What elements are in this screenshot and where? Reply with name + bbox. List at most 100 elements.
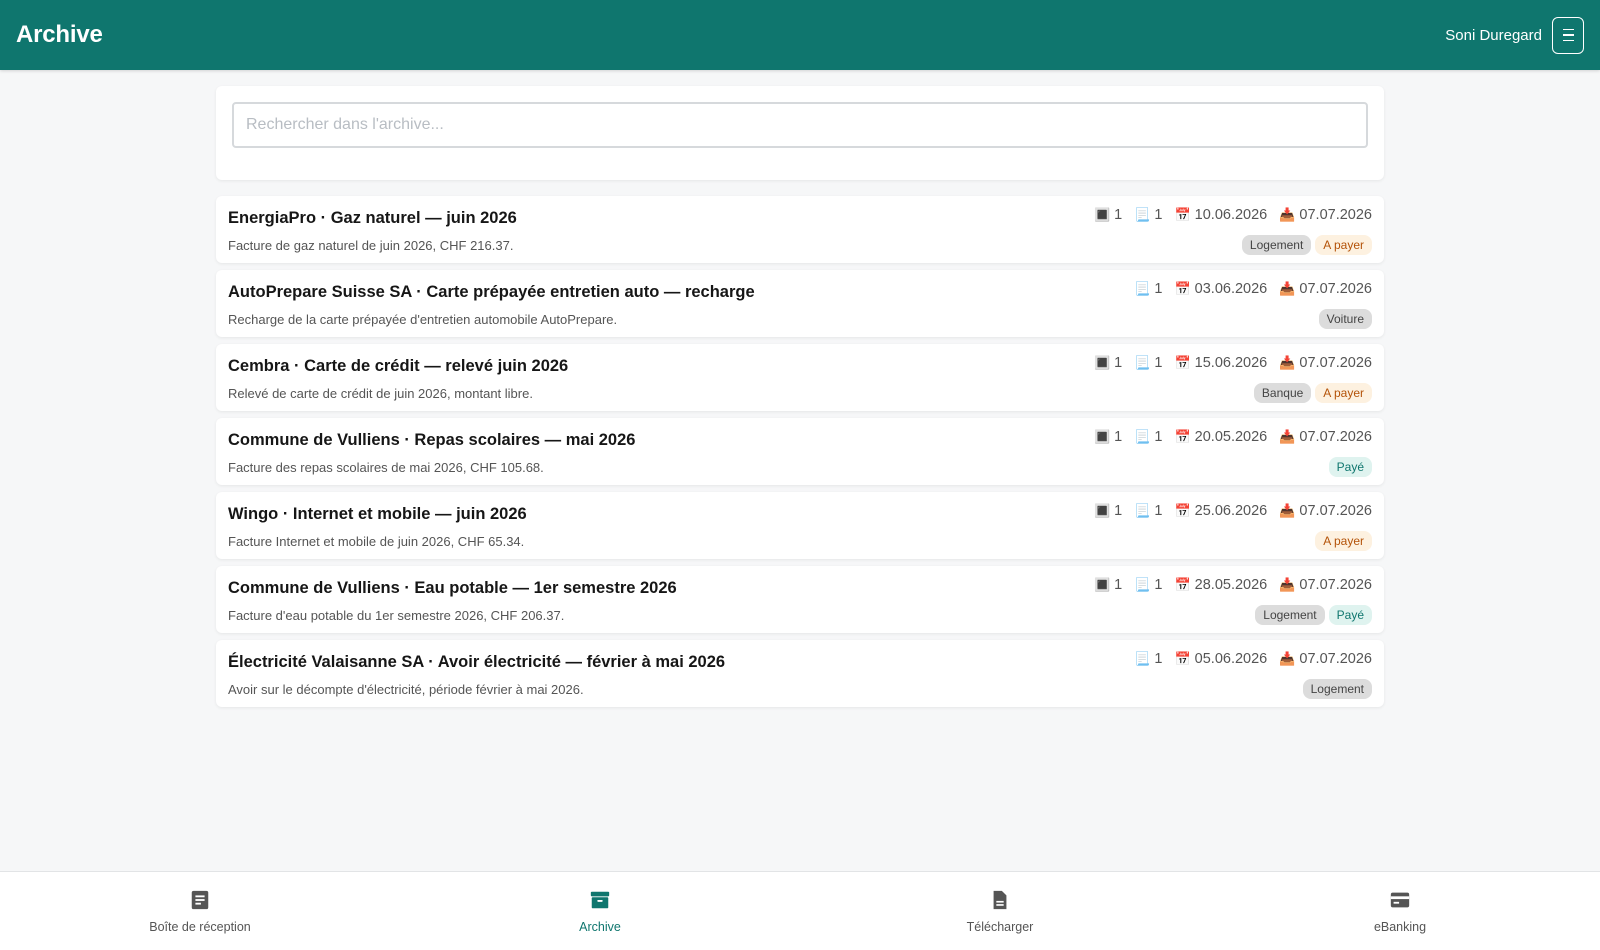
item-title: Commune de Vulliens · Repas scolaires — … xyxy=(228,431,636,449)
nav-item-label: Télécharger xyxy=(966,919,1034,934)
menu-button[interactable] xyxy=(1552,16,1584,54)
hamburger-icon-line xyxy=(1562,39,1574,42)
item-title: AutoPrepare Suisse SA · Carte prépayée e… xyxy=(228,283,755,301)
meta-docs: 📃 1 xyxy=(1134,651,1162,667)
bottom-nav: Boîte de réception Archive Télécharger eBan… xyxy=(0,871,1600,950)
meta-qr: 🔳 1 xyxy=(1094,503,1122,519)
meta-date-value: 25.06.2026 xyxy=(1194,503,1268,519)
nav-item-file[interactable]: Télécharger xyxy=(900,889,1100,934)
search-input[interactable] xyxy=(232,102,1368,148)
list-item[interactable]: EnergiaPro · Gaz naturel — juin 2026 Fact… xyxy=(216,196,1384,263)
meta-date-value: 10.06.2026 xyxy=(1194,207,1268,223)
item-meta: 🔳 1 📃 1 📅 10.06.2026 📥 07.07.2026 xyxy=(1094,207,1372,223)
item-title: EnergiaPro · Gaz naturel — juin 2026 xyxy=(228,209,517,227)
nav-item-inbox-list[interactable]: Boîte de réception xyxy=(100,889,300,934)
inbox-tray-icon: 📥 xyxy=(1279,503,1296,518)
hamburger-icon xyxy=(1562,28,1574,31)
item-tags: Logement xyxy=(1302,679,1372,699)
item-description: Recharge de la carte prépayée d'entretie… xyxy=(228,312,618,327)
top-bar: Archive Soni Duregard xyxy=(0,0,1600,70)
archive-box-icon xyxy=(589,889,611,914)
item-title: Commune de Vulliens · Eau potable — 1er … xyxy=(228,579,677,597)
meta-docs-value: 1 xyxy=(1154,503,1163,519)
page-title: Archive xyxy=(16,21,103,48)
inbox-tray-icon: 📥 xyxy=(1279,651,1296,666)
status-badge: Voiture xyxy=(1318,309,1372,329)
meta-date: 📅 28.05.2026 xyxy=(1174,577,1267,593)
meta-received-value: 07.07.2026 xyxy=(1299,281,1372,297)
meta-received-value: 07.07.2026 xyxy=(1299,207,1372,223)
archive-list: EnergiaPro · Gaz naturel — juin 2026 Fact… xyxy=(216,196,1384,707)
list-item[interactable]: Électricité Valaisanne SA · Avoir électr… xyxy=(216,640,1384,707)
list-item[interactable]: Commune de Vulliens · Eau potable — 1er … xyxy=(216,566,1384,633)
item-meta: 📃 1 📅 03.06.2026 📥 07.07.2026 xyxy=(1134,281,1372,297)
meta-qr: 🔳 1 xyxy=(1094,429,1122,445)
list-item[interactable]: Cembra · Carte de crédit — relevé juin 2… xyxy=(216,344,1384,411)
meta-docs-value: 1 xyxy=(1154,429,1163,445)
item-description: Avoir sur le décompte d'électricité, pér… xyxy=(228,682,584,697)
inbox-list-icon xyxy=(189,889,211,914)
item-meta: 🔳 1 📃 1 📅 20.05.2026 📥 07.07.2026 xyxy=(1094,429,1372,445)
meta-received: 📥 07.07.2026 xyxy=(1279,577,1372,593)
item-meta: 📃 1 📅 05.06.2026 📥 07.07.2026 xyxy=(1134,651,1372,667)
item-title: Wingo · Internet et mobile — juin 2026 xyxy=(228,505,527,523)
calendar-icon: 📅 xyxy=(1174,355,1191,370)
item-tags: Banque A payer xyxy=(1253,383,1372,403)
nav-item-label: Archive xyxy=(579,919,621,934)
meta-date-value: 20.05.2026 xyxy=(1194,429,1268,445)
calendar-icon: 📅 xyxy=(1174,429,1191,444)
list-item[interactable]: Commune de Vulliens · Repas scolaires — … xyxy=(216,418,1384,485)
item-description: Facture d'eau potable du 1er semestre 20… xyxy=(228,608,565,623)
meta-received-value: 07.07.2026 xyxy=(1299,355,1372,371)
search-card xyxy=(216,86,1384,180)
list-item[interactable]: AutoPrepare Suisse SA · Carte prépayée e… xyxy=(216,270,1384,337)
calendar-icon: 📅 xyxy=(1174,503,1191,518)
status-badge: Banque xyxy=(1253,383,1312,403)
qr-code-icon: 🔳 xyxy=(1093,355,1111,370)
document-icon: 📃 xyxy=(1134,207,1151,222)
item-tags: A payer xyxy=(1315,531,1372,551)
inbox-tray-icon: 📥 xyxy=(1279,429,1296,444)
document-icon: 📃 xyxy=(1134,355,1151,370)
nav-item-credit-card[interactable]: eBanking xyxy=(1300,889,1500,934)
list-item[interactable]: Wingo · Internet et mobile — juin 2026 Fa… xyxy=(216,492,1384,559)
meta-received: 📥 07.07.2026 xyxy=(1279,355,1372,371)
meta-qr-value: 1 xyxy=(1114,355,1123,371)
meta-docs-value: 1 xyxy=(1154,355,1163,371)
meta-docs: 📃 1 xyxy=(1134,429,1162,445)
calendar-icon: 📅 xyxy=(1174,207,1191,222)
meta-received-value: 07.07.2026 xyxy=(1299,429,1372,445)
meta-received: 📥 07.07.2026 xyxy=(1279,651,1372,667)
inbox-tray-icon: 📥 xyxy=(1279,281,1296,296)
meta-received-value: 07.07.2026 xyxy=(1299,503,1372,519)
item-meta: 🔳 1 📃 1 📅 15.06.2026 📥 07.07.2026 xyxy=(1094,355,1372,371)
calendar-icon: 📅 xyxy=(1174,577,1191,592)
nav-item-archive-box[interactable]: Archive xyxy=(500,889,700,934)
meta-received-value: 07.07.2026 xyxy=(1299,651,1372,667)
meta-qr-value: 1 xyxy=(1114,503,1123,519)
item-tags: Voiture xyxy=(1318,309,1372,329)
item-description: Facture de gaz naturel de juin 2026, CHF… xyxy=(228,238,514,253)
status-badge: A payer xyxy=(1315,235,1372,255)
document-icon: 📃 xyxy=(1134,429,1151,444)
user-name[interactable]: Soni Duregard xyxy=(1445,27,1542,44)
meta-received-value: 07.07.2026 xyxy=(1299,577,1372,593)
qr-code-icon: 🔳 xyxy=(1093,503,1111,518)
meta-docs: 📃 1 xyxy=(1134,355,1162,371)
document-icon: 📃 xyxy=(1134,281,1151,296)
inbox-tray-icon: 📥 xyxy=(1279,577,1296,592)
item-description: Facture des repas scolaires de mai 2026,… xyxy=(228,460,544,475)
file-icon xyxy=(989,889,1011,914)
calendar-icon: 📅 xyxy=(1174,281,1191,296)
meta-docs: 📃 1 xyxy=(1134,207,1162,223)
status-badge: A payer xyxy=(1315,531,1372,551)
item-description: Facture Internet et mobile de juin 2026,… xyxy=(228,534,525,549)
item-title: Électricité Valaisanne SA · Avoir électr… xyxy=(228,653,726,671)
meta-docs-value: 1 xyxy=(1154,577,1163,593)
meta-docs-value: 1 xyxy=(1154,207,1163,223)
meta-received: 📥 07.07.2026 xyxy=(1279,207,1372,223)
meta-docs-value: 1 xyxy=(1154,651,1163,667)
user-area: Soni Duregard xyxy=(1445,16,1584,54)
item-title: Cembra · Carte de crédit — relevé juin 2… xyxy=(228,357,569,375)
meta-date: 📅 20.05.2026 xyxy=(1174,429,1267,445)
